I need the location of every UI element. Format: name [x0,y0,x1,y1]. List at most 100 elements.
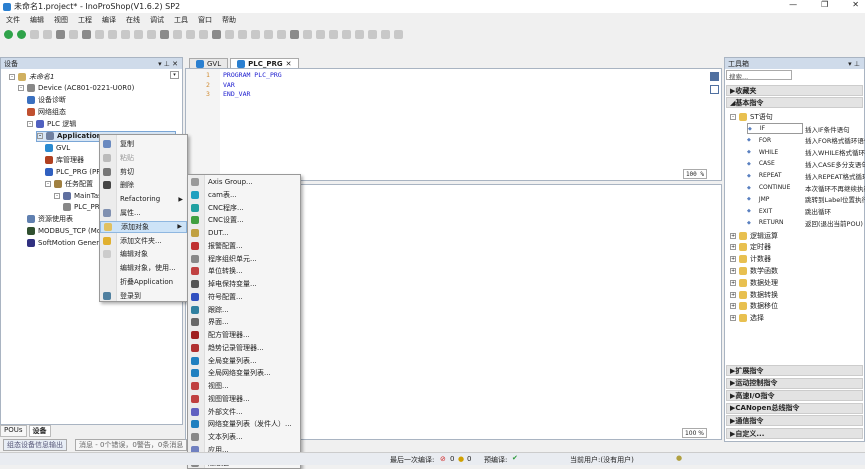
menu-9[interactable]: 帮助 [222,15,236,25]
toolbar-button-icon[interactable] [160,30,169,39]
toolbar-button-icon[interactable] [30,30,39,39]
menu-item[interactable]: 编辑对象，使用... [100,262,187,274]
menu-item[interactable]: 属性... [100,207,187,219]
instruction-case[interactable]: ◆ CASE [747,158,775,169]
code-line[interactable]: PROGRAM PLC_PRG [223,71,282,79]
tab-device-output[interactable]: 组态设备信息输出 [3,438,67,451]
menu-item[interactable]: 跟踪... [188,304,300,316]
menu-8[interactable]: 窗口 [198,15,212,25]
toolbar-button-icon[interactable] [251,30,260,39]
code-editor[interactable]: 1 PROGRAM PLC_PRG 2 VAR 3 END_VAR 100 % [185,68,722,181]
toolbar-button-icon[interactable] [394,30,403,39]
menu-6[interactable]: 调试 [150,15,164,25]
menu-item[interactable]: 删除 [100,179,187,191]
folder-item[interactable]: + 数据处理 [730,277,778,288]
toolbar-button-icon[interactable] [186,30,195,39]
editor-side-icon[interactable] [710,72,719,81]
toolbar-button-icon[interactable] [290,30,299,39]
tree-item[interactable]: - Device (AC801-0221-U0R0) [18,83,134,94]
toolbar-button-icon[interactable] [264,30,273,39]
menu-item[interactable]: 折叠Application [100,276,187,288]
menu-1[interactable]: 编辑 [30,15,44,25]
menu-item[interactable]: 单位转换... [188,265,300,277]
tab-pous[interactable]: POUs [0,425,27,437]
menu-item[interactable]: 编辑对象 [100,248,187,260]
toolbar-button-icon[interactable] [199,30,208,39]
section-item[interactable]: ▶ CANopen总线指令 [726,402,863,414]
menu-item[interactable]: cam表... [188,189,300,201]
toolbar-button-icon[interactable] [147,30,156,39]
menu-item[interactable]: 网络变量列表（发件人）... [188,418,300,430]
toolbar-button-icon[interactable] [69,30,78,39]
menu-item[interactable]: 报警配置... [188,240,300,252]
menu-item[interactable]: CNC程序... [188,202,300,214]
menu-3[interactable]: 工程 [78,15,92,25]
folder-st[interactable]: - ST语句 [730,111,773,122]
instruction-if[interactable]: ◆ IF [747,123,803,134]
menu-item[interactable]: 视图... [188,380,300,392]
tree-item[interactable]: GVL [45,142,70,153]
toolbar-button-icon[interactable] [355,30,364,39]
folder-item[interactable]: + 选择 [730,313,764,324]
minimize-button[interactable]: — [789,0,797,9]
tree-item[interactable]: - 任务配置 [45,178,93,189]
menu-item[interactable]: 登录到 [100,290,187,302]
expand-icon[interactable]: + [730,256,736,263]
toolbar-button-icon[interactable] [82,30,91,39]
instruction-return[interactable]: ◆ RETURN [747,217,784,228]
tab-gvl[interactable]: GVL [189,58,229,68]
menu-item[interactable]: 界面... [188,316,300,328]
toolbar-button-icon[interactable] [121,30,130,39]
toolbar-button-icon[interactable] [329,30,338,39]
folder-item[interactable]: + 数学函数 [730,265,778,276]
expand-icon[interactable]: + [730,303,736,310]
zoom-level-bottom[interactable]: 100 % [681,428,707,438]
toolbar-button-icon[interactable] [4,30,13,39]
menu-5[interactable]: 在线 [126,15,140,25]
toolbar-button-icon[interactable] [212,30,221,39]
tree-item[interactable]: 资源使用表 [27,214,73,225]
tree-item[interactable]: 网络组态 [27,107,66,118]
collapse-icon[interactable]: - [27,121,33,128]
toolbar-button-icon[interactable] [225,30,234,39]
toolbar-button-icon[interactable] [316,30,325,39]
code-line[interactable]: VAR [223,81,235,89]
section-item[interactable]: ▶ 高速I/O指令 [726,390,863,402]
instruction-repeat[interactable]: ◆ REPEAT [747,170,782,181]
menu-item[interactable]: 掉电保持变量... [188,278,300,290]
toolbar-button-icon[interactable] [56,30,65,39]
tab-plc_prg[interactable]: PLC_PRG ✕ [230,58,299,68]
menu-item[interactable]: 复制 [100,138,187,150]
toolbar-button-icon[interactable] [17,30,26,39]
expand-icon[interactable]: + [730,315,736,322]
toolbox-search-input[interactable]: 搜索... [726,70,792,81]
menu-item[interactable]: 符号配置... [188,291,300,303]
folder-item[interactable]: + 逻辑运算 [730,230,778,241]
tree-item[interactable]: 库管理器 [45,154,84,165]
toolbar-button-icon[interactable] [108,30,117,39]
menu-0[interactable]: 文件 [6,15,20,25]
tab-messages[interactable]: 消息 - 0个错误，0警告，0条消息 [75,438,188,451]
panel-controls[interactable]: ▾ ⊥ ✕ [158,60,178,68]
expand-icon[interactable]: + [730,244,736,251]
instruction-exit[interactable]: ◆ EXIT [747,206,772,217]
expand-icon[interactable]: + [730,232,736,239]
dropdown-icon[interactable]: ▾ [170,71,179,79]
code-line[interactable]: END_VAR [223,90,250,98]
menu-item[interactable]: 全局网络变量列表... [188,367,300,379]
menu-item[interactable]: 剪切 [100,166,187,178]
toolbar-button-icon[interactable] [381,30,390,39]
menu-item[interactable]: 配方管理器... [188,329,300,341]
folder-item[interactable]: + 数据移位 [730,301,778,312]
section-basic[interactable]: ◢ 基本指令 [726,97,863,108]
section-item[interactable]: ▶ 自定义... [726,428,863,439]
toolbar-button-icon[interactable] [43,30,52,39]
collapse-icon[interactable]: - [37,133,43,139]
instruction-continue[interactable]: ◆ CONTINUE [747,182,790,193]
toolbar-button-icon[interactable] [368,30,377,39]
collapse-icon[interactable]: - [9,73,15,80]
expand-icon[interactable]: + [730,267,736,274]
editor-side-icon-2[interactable] [710,85,719,94]
menu-4[interactable]: 编译 [102,15,116,25]
toolbar-button-icon[interactable] [134,30,143,39]
